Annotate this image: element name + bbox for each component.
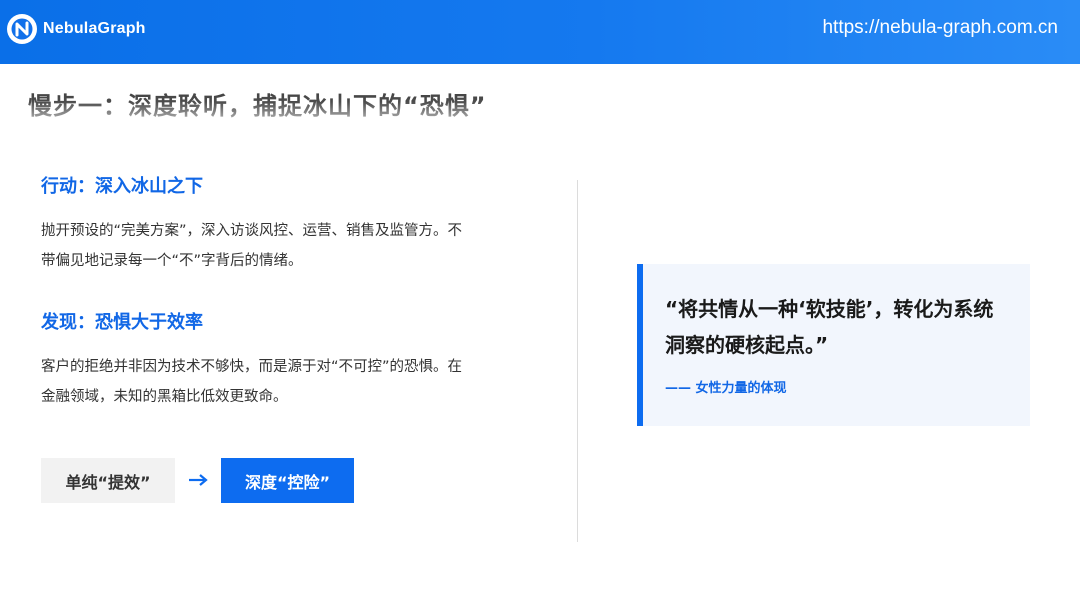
body-line: 金融领域，未知的黑箱比低效更致命。 (41, 389, 288, 405)
quote-card: “将共情从一种‘软技能’，转化为系统 洞察的硬核起点。” —— 女性力量的体现 (637, 264, 1030, 426)
quote-line: “将共情从一种‘软技能’，转化为系统 (665, 297, 994, 321)
section-heading-discovery: 发现：恐惧大于效率 (41, 312, 203, 333)
quote-accent-bar (637, 264, 643, 426)
quote-attribution: —— 女性力量的体现 (665, 381, 787, 396)
body-line: 带偏见地记录每一个“不”字背后的情绪。 (41, 253, 303, 269)
header-bar: NebulaGraph https://nebula-graph.com.cn (0, 0, 1080, 64)
arrow-right-icon (189, 474, 208, 486)
page-title: 慢步一：深度聆听，捕捉冰山下的“恐惧” (28, 86, 487, 121)
brand-logo: NebulaGraph (6, 12, 146, 46)
body-line: 客户的拒绝并非因为技术不够快，而是源于对“不可控”的恐惧。在 (41, 359, 463, 375)
section-body-action: 抛开预设的“完美方案”，深入访谈风控、运营、销售及监管方。不 带偏见地记录每一个… (41, 216, 531, 276)
quote-text: “将共情从一种‘软技能’，转化为系统 洞察的硬核起点。” (665, 291, 1027, 363)
vertical-divider (577, 180, 578, 542)
nebulagraph-logo-icon (7, 14, 37, 44)
section-body-discovery: 客户的拒绝并非因为技术不够快，而是源于对“不可控”的恐惧。在 金融领域，未知的黑… (41, 352, 531, 412)
tag-to: 深度“控险” (221, 458, 354, 503)
site-url[interactable]: https://nebula-graph.com.cn (822, 17, 1058, 39)
section-heading-action: 行动：深入冰山之下 (41, 176, 203, 197)
brand-name: NebulaGraph (43, 20, 146, 37)
body-line: 抛开预设的“完美方案”，深入访谈风控、运营、销售及监管方。不 (41, 223, 463, 239)
tag-from: 单纯“提效” (41, 458, 175, 503)
quote-line: 洞察的硬核起点。” (665, 333, 829, 357)
